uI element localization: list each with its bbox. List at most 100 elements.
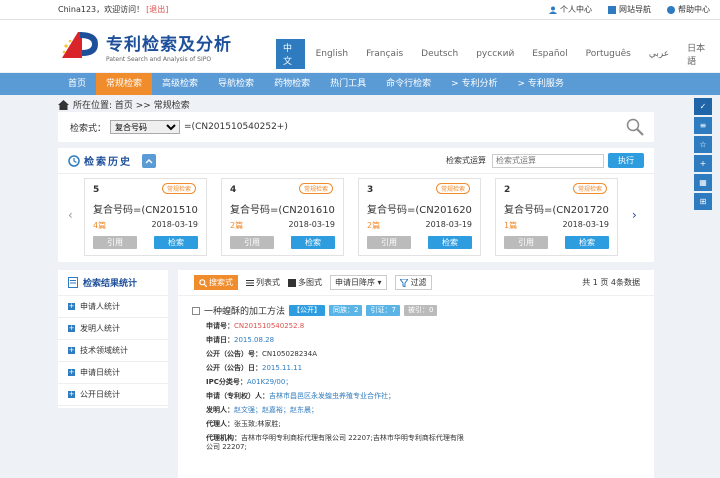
status-badge: 【公开】 [289, 305, 326, 316]
execute-button[interactable]: 执行 [608, 153, 644, 168]
filter-button[interactable]: 过滤 [394, 275, 432, 290]
add-box-icon[interactable]: ⊞ [694, 193, 712, 210]
stats-app-date[interactable]: + 申请日统计 [58, 362, 168, 384]
rule-input[interactable] [492, 153, 604, 168]
language-switcher: 中文 English Français Deutsch русский Espa… [276, 39, 720, 69]
lang-ru[interactable]: русский [469, 47, 521, 61]
history-date: 2018-03-19 [425, 220, 473, 229]
search-icon[interactable] [626, 118, 644, 136]
list-view-button[interactable]: 列表式 [246, 277, 280, 288]
lang-ar[interactable]: عربي [642, 47, 676, 61]
result-count: 2篇 [367, 221, 381, 230]
family-badge[interactable]: 同族：2 [329, 305, 363, 316]
nav-regular-search[interactable]: 常规检索 [96, 73, 153, 95]
menu-icon[interactable]: ≡ [694, 117, 712, 134]
field-app-no: 申请号：CN201510540252.8 [206, 322, 305, 330]
history-card: 4 常规检索 复合号码=(CN201610150000+) 2篇2018-03-… [221, 178, 344, 256]
filter-icon [399, 278, 408, 287]
grid-icon[interactable]: ▦ [694, 174, 712, 191]
plus-icon: + [68, 346, 75, 354]
site-nav-link[interactable]: 网站导航 [608, 4, 651, 15]
lang-en[interactable]: English [309, 47, 356, 61]
record-checkbox[interactable] [192, 306, 200, 315]
search-field-select[interactable]: 复合号码 [110, 120, 181, 134]
search-view-button[interactable]: 搜索式 [194, 275, 238, 290]
cite-button[interactable]: 引用 [230, 236, 274, 249]
search-type-tag: 常规检索 [572, 183, 607, 194]
clock-icon [68, 154, 80, 167]
stats-applicant[interactable]: + 申请人统计 [58, 296, 168, 318]
history-date: 2018-03-19 [562, 220, 610, 229]
nav-home[interactable]: 首页 [58, 73, 96, 95]
history-cards: 5 常规检索 复合号码=(CN201510540252+) 4篇2018-03-… [84, 178, 618, 256]
top-bar: China123，欢迎访问！ [退出] 个人中心 网站导航 帮助中心 [0, 0, 720, 20]
lang-ja[interactable]: 日本語 [680, 39, 716, 69]
lang-fr[interactable]: Français [359, 47, 410, 61]
logo-subtitle: Patent Search and Analysis of SIPO [106, 55, 212, 63]
nav-hot-tools[interactable]: 热门工具 [320, 73, 376, 95]
image-view-button[interactable]: 多图式 [288, 277, 322, 288]
nav-command-search[interactable]: 命令行检索 [376, 73, 441, 95]
search-label: 检索式： [70, 123, 107, 134]
page-count: 共 1 页 4条数据 [582, 278, 640, 287]
cite-button[interactable]: 引用 [93, 236, 137, 249]
nav-patent-service[interactable]: > 专利服务 [508, 73, 574, 95]
field-inventor: 发明人：赵文强；赵嘉裕；赵东晨； [206, 406, 318, 414]
sipo-logo-icon [62, 32, 98, 58]
history-date: 2018-03-19 [288, 220, 336, 229]
stats-tech-field[interactable]: + 技术领域统计 [58, 340, 168, 362]
nav-drug-search[interactable]: 药物检索 [264, 73, 320, 95]
lang-pt[interactable]: Português [579, 47, 638, 61]
search-button[interactable]: 检索 [428, 236, 472, 249]
history-date: 2018-03-19 [151, 220, 199, 229]
lang-es[interactable]: Español [525, 47, 574, 61]
history-card: 3 常规检索 复合号码=(CN201620210000+) 2篇2018-03-… [358, 178, 481, 256]
collapse-history-button[interactable] [142, 153, 156, 168]
sort-select[interactable]: 申请日降序 ▾ [330, 275, 387, 290]
search-button[interactable]: 检索 [565, 236, 609, 249]
field-pub-no: 公开（公告）号：CN105028234A [206, 350, 317, 358]
floating-toolbar: ✓ ≡ ☆ + ▦ ⊞ [694, 98, 712, 210]
user-icon [549, 6, 557, 14]
result-count: 2篇 [230, 221, 244, 230]
image-icon [288, 278, 296, 287]
logo-title: 专利检索及分析 [106, 34, 232, 55]
citation-badge[interactable]: 引证：7 [366, 305, 400, 316]
stats-title: 检索结果统计 [83, 279, 138, 289]
personal-center-link[interactable]: 个人中心 [549, 4, 592, 15]
logout-link[interactable]: [退出] [146, 4, 168, 15]
field-ipc: IPC分类号：A01K29/00； [206, 378, 293, 386]
nav-advanced-search[interactable]: 高级检索 [152, 73, 208, 95]
chevron-up-icon [145, 158, 153, 163]
lang-zh[interactable]: 中文 [276, 39, 305, 69]
plus-circle-icon[interactable]: + [694, 155, 712, 172]
search-expression[interactable]: =(CN201510540252+) [184, 122, 288, 132]
cite-button[interactable]: 引用 [504, 236, 548, 249]
search-type-tag: 常规检索 [298, 183, 333, 194]
star-icon[interactable]: ☆ [694, 136, 712, 153]
plus-icon: + [68, 390, 75, 398]
field-app-date: 申请日：2015.08.28 [206, 336, 275, 344]
search-button[interactable]: 检索 [291, 236, 335, 249]
stats-inventor[interactable]: + 发明人统计 [58, 318, 168, 340]
search-button[interactable]: 检索 [154, 236, 198, 249]
plus-icon: + [68, 302, 75, 310]
nav-navigation-search[interactable]: 导航检索 [208, 73, 264, 95]
lang-de[interactable]: Deutsch [414, 47, 465, 61]
home-icon [58, 99, 69, 110]
cite-button[interactable]: 引用 [367, 236, 411, 249]
rule-label: 检索式运算 [446, 156, 486, 165]
history-card: 2 常规检索 复合号码=(CN201720890000+) 1篇2018-03-… [495, 178, 618, 256]
history-query: 复合号码=(CN201720890000+) [504, 205, 609, 216]
check-icon[interactable]: ✓ [694, 98, 712, 115]
help-center-link[interactable]: 帮助中心 [667, 4, 710, 15]
nav-patent-analysis[interactable]: > 专利分析 [441, 73, 507, 95]
next-arrow-icon[interactable]: › [632, 208, 637, 222]
plus-icon: + [68, 324, 75, 332]
site-logo[interactable]: 专利检索及分析 Patent Search and Analysis of SI… [58, 28, 232, 64]
document-icon [68, 277, 78, 288]
stats-pub-date[interactable]: + 公开日统计 [58, 384, 168, 406]
prev-arrow-icon[interactable]: ‹ [68, 208, 73, 222]
cited-badge[interactable]: 被引：0 [403, 305, 438, 316]
record-title[interactable]: 一种蝗酥的加工方法 [204, 304, 285, 317]
